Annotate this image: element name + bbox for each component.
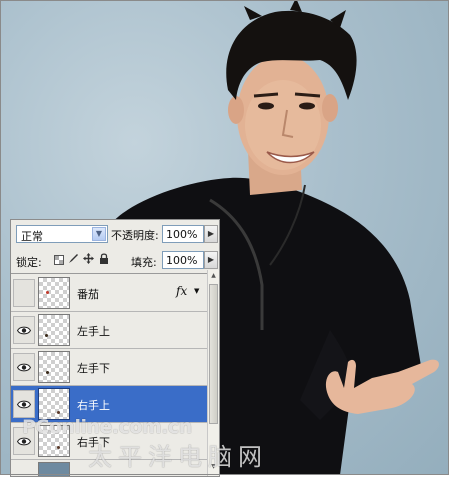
scroll-up-icon[interactable]: ▲ xyxy=(209,271,218,281)
opacity-value: 100% xyxy=(166,228,198,241)
layers-scrollbar[interactable]: ▲ ▼ xyxy=(207,270,219,476)
visibility-toggle[interactable] xyxy=(13,316,35,344)
expand-arrow-icon[interactable]: ▼ xyxy=(194,287,199,295)
fx-icon[interactable]: fx xyxy=(176,284,187,298)
layer-row-partial[interactable] xyxy=(11,460,207,476)
layer-name[interactable]: 左手上 xyxy=(77,323,110,339)
fill-input[interactable]: 100% xyxy=(162,251,204,269)
layer-thumbnail xyxy=(38,351,70,383)
opacity-arrow-button[interactable]: ▶ xyxy=(204,225,218,243)
layer-row-right-hand-lower[interactable]: 右手下 xyxy=(11,423,207,460)
thumbnail-content xyxy=(46,371,49,374)
opacity-input[interactable]: 100% xyxy=(162,225,204,243)
lock-all-icon[interactable] xyxy=(98,253,109,264)
fill-arrow-button[interactable]: ▶ xyxy=(204,251,218,269)
layer-row-left-hand-lower[interactable]: 左手下 xyxy=(11,349,207,386)
layers-panel: 正常 ▼ 不透明度: 100% ▶ 锁定: 填充: 100% ▶ 番茄 fx ▼ xyxy=(10,219,220,477)
layer-thumbnail xyxy=(38,388,70,420)
thumbnail-content xyxy=(57,446,60,449)
layer-row-right-hand-upper[interactable]: 右手上 xyxy=(11,386,207,423)
lock-label: 锁定: xyxy=(16,256,42,269)
visibility-toggle[interactable] xyxy=(13,279,35,307)
layer-thumbnail xyxy=(38,425,70,457)
visibility-toggle[interactable] xyxy=(13,353,35,381)
eye-icon xyxy=(17,400,31,409)
opacity-label: 不透明度: xyxy=(111,229,159,242)
layer-thumbnail xyxy=(38,314,70,346)
thumbnail-content xyxy=(45,334,48,337)
layer-name[interactable]: 左手下 xyxy=(77,360,110,376)
lock-transparent-pixels-icon[interactable] xyxy=(53,254,64,265)
eye-icon xyxy=(17,326,31,335)
visibility-toggle[interactable] xyxy=(13,427,35,455)
layer-thumbnail xyxy=(38,277,70,309)
scroll-down-icon[interactable]: ▼ xyxy=(209,462,218,472)
layer-name[interactable]: 番茄 xyxy=(77,286,99,302)
layer-row-tomato[interactable]: 番茄 fx ▼ xyxy=(11,275,207,312)
layer-name[interactable]: 右手上 xyxy=(77,397,110,413)
eye-icon xyxy=(17,437,31,446)
blend-mode-select[interactable]: 正常 ▼ xyxy=(16,225,108,243)
divider xyxy=(11,273,219,274)
layer-name[interactable]: 右手下 xyxy=(77,434,110,450)
eye-icon xyxy=(17,363,31,372)
fill-label: 填充: xyxy=(131,256,157,269)
lock-position-icon[interactable] xyxy=(83,253,94,264)
layer-row-left-hand-upper[interactable]: 左手上 xyxy=(11,312,207,349)
visibility-toggle[interactable] xyxy=(13,390,35,418)
thumbnail-content xyxy=(57,411,60,414)
scroll-thumb[interactable] xyxy=(209,284,218,424)
lock-image-pixels-icon[interactable] xyxy=(68,253,79,264)
chevron-down-icon[interactable]: ▼ xyxy=(92,227,106,241)
blend-mode-value: 正常 xyxy=(21,230,43,243)
thumbnail-content xyxy=(46,291,49,294)
fill-value: 100% xyxy=(166,254,198,267)
